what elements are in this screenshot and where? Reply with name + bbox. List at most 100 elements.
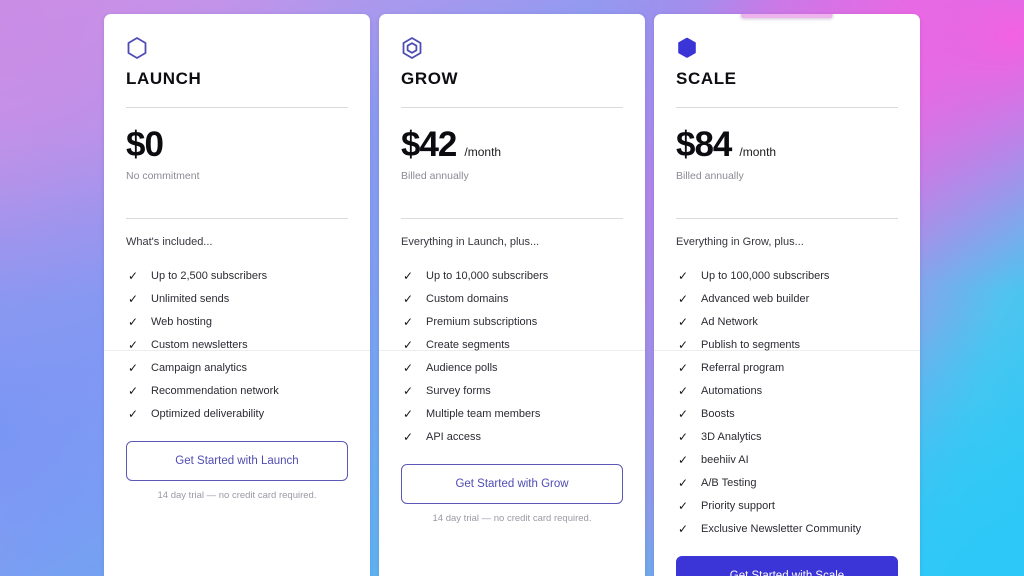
feature-label: Priority support — [701, 500, 775, 512]
feature-label: Ad Network — [701, 316, 758, 328]
list-item: ✓ Boosts — [676, 403, 898, 426]
trial-note: 14 day trial — no credit card required. — [157, 490, 317, 501]
feature-label: Boosts — [701, 408, 735, 420]
get-started-button[interactable]: Get Started with Launch — [126, 441, 348, 481]
included-label: Everything in Launch, plus... — [401, 236, 540, 248]
check-icon: ✓ — [678, 499, 689, 513]
pricing-card-grow: GROW $42 /month Billed annually Everythi… — [379, 14, 645, 576]
check-icon: ✓ — [403, 269, 414, 283]
card-seam-line — [654, 350, 920, 351]
check-icon: ✓ — [678, 269, 689, 283]
feature-label: beehiiv AI — [701, 454, 749, 466]
billing-note: Billed annually — [401, 170, 469, 182]
feature-label: Unlimited sends — [151, 293, 230, 305]
feature-label: Up to 10,000 subscribers — [426, 270, 549, 282]
card-seam-line — [104, 350, 370, 351]
plan-name: LAUNCH — [126, 69, 202, 88]
check-icon: ✓ — [403, 430, 414, 444]
check-icon: ✓ — [678, 453, 689, 467]
list-item: ✓ Campaign analytics — [126, 357, 348, 380]
list-item: ✓ API access — [401, 426, 623, 449]
list-item: ✓ Custom domains — [401, 288, 623, 311]
plan-price: $0 — [126, 125, 164, 164]
list-item: ✓ Referral program — [676, 357, 898, 380]
list-item: ✓ Exclusive Newsletter Community — [676, 518, 898, 541]
check-icon: ✓ — [128, 361, 139, 375]
feature-label: Exclusive Newsletter Community — [701, 523, 862, 535]
list-item: ✓ Survey forms — [401, 380, 623, 403]
billing-note: No commitment — [126, 170, 200, 182]
feature-label: Up to 100,000 subscribers — [701, 270, 830, 282]
trial-note: 14 day trial — no credit card required. — [432, 513, 592, 524]
check-icon: ✓ — [678, 476, 689, 490]
list-item: ✓ Web hosting — [126, 311, 348, 334]
feature-label: Recommendation network — [151, 385, 279, 397]
list-item: ✓ A/B Testing — [676, 472, 898, 495]
plan-name: GROW — [401, 69, 459, 88]
check-icon: ✓ — [128, 315, 139, 329]
included-label: What's included... — [126, 236, 213, 248]
hexagon-outline-icon — [126, 36, 348, 60]
check-icon: ✓ — [678, 292, 689, 306]
check-icon: ✓ — [403, 361, 414, 375]
check-icon: ✓ — [678, 361, 689, 375]
list-item: ✓ Audience polls — [401, 357, 623, 380]
feature-list: ✓ Up to 10,000 subscribers ✓ Custom domain… — [401, 265, 623, 449]
check-icon: ✓ — [128, 269, 139, 283]
feature-label: Up to 2,500 subscribers — [151, 270, 268, 282]
check-icon: ✓ — [678, 407, 689, 421]
list-item: ✓ Optimized deliverability — [126, 403, 348, 426]
pricing-plan-cards: LAUNCH $0 No commitment What's included.… — [0, 0, 1024, 576]
feature-label: Advanced web builder — [701, 293, 810, 305]
best-value-badge: BEST VALUE — [741, 14, 833, 18]
check-icon: ✓ — [128, 407, 139, 421]
list-item: ✓ Recommendation network — [126, 380, 348, 403]
price-block: $0 No commitment — [126, 108, 348, 200]
list-item: ✓ 3D Analytics — [676, 426, 898, 449]
plan-price: $42 — [401, 125, 457, 164]
feature-label: Web hosting — [151, 316, 212, 328]
pricing-card-scale: BEST VALUE SCALE $84 /month Billed annua… — [654, 14, 920, 576]
feature-label: Multiple team members — [426, 408, 541, 420]
check-icon: ✓ — [678, 384, 689, 398]
feature-label: Automations — [701, 385, 763, 397]
plan-price: $84 — [676, 125, 732, 164]
check-icon: ✓ — [403, 292, 414, 306]
check-icon: ✓ — [128, 384, 139, 398]
check-icon: ✓ — [128, 292, 139, 306]
feature-label: 3D Analytics — [701, 431, 762, 443]
card-seam-line — [379, 350, 645, 351]
check-icon: ✓ — [678, 315, 689, 329]
get-started-button[interactable]: Get Started with Grow — [401, 464, 623, 504]
feature-label: Custom domains — [426, 293, 509, 305]
plan-period: /month — [464, 145, 502, 159]
list-item: ✓ Priority support — [676, 495, 898, 518]
list-item: ✓ Automations — [676, 380, 898, 403]
feature-label: Audience polls — [426, 362, 498, 374]
feature-list: ✓ Up to 2,500 subscribers ✓ Unlimited send… — [126, 265, 348, 426]
pricing-card-launch: LAUNCH $0 No commitment What's included.… — [104, 14, 370, 576]
plan-name: SCALE — [676, 69, 737, 88]
list-item: ✓ Up to 2,500 subscribers — [126, 265, 348, 288]
plan-period: /month — [739, 145, 777, 159]
price-block: $42 /month Billed annually — [401, 108, 623, 200]
list-item: ✓ Create segments — [401, 334, 623, 357]
included-label: Everything in Grow, plus... — [676, 236, 804, 248]
list-item: ✓ Advanced web builder — [676, 288, 898, 311]
list-item: ✓ Up to 10,000 subscribers — [401, 265, 623, 288]
hexagon-filled-icon — [676, 36, 898, 60]
hexagon-double-icon — [401, 36, 623, 60]
price-block: $84 /month Billed annually — [676, 108, 898, 200]
list-item: ✓ beehiiv AI — [676, 449, 898, 472]
list-item: ✓ Premium subscriptions — [401, 311, 623, 334]
feature-label: Referral program — [701, 362, 785, 374]
get-started-button[interactable]: Get Started with Scale — [676, 556, 898, 576]
feature-label: Campaign analytics — [151, 362, 247, 374]
list-item: ✓ Custom newsletters — [126, 334, 348, 357]
feature-label: A/B Testing — [701, 477, 757, 489]
feature-label: API access — [426, 431, 482, 443]
list-item: ✓ Multiple team members — [401, 403, 623, 426]
feature-label: Survey forms — [426, 385, 491, 397]
check-icon: ✓ — [403, 407, 414, 421]
check-icon: ✓ — [678, 430, 689, 444]
